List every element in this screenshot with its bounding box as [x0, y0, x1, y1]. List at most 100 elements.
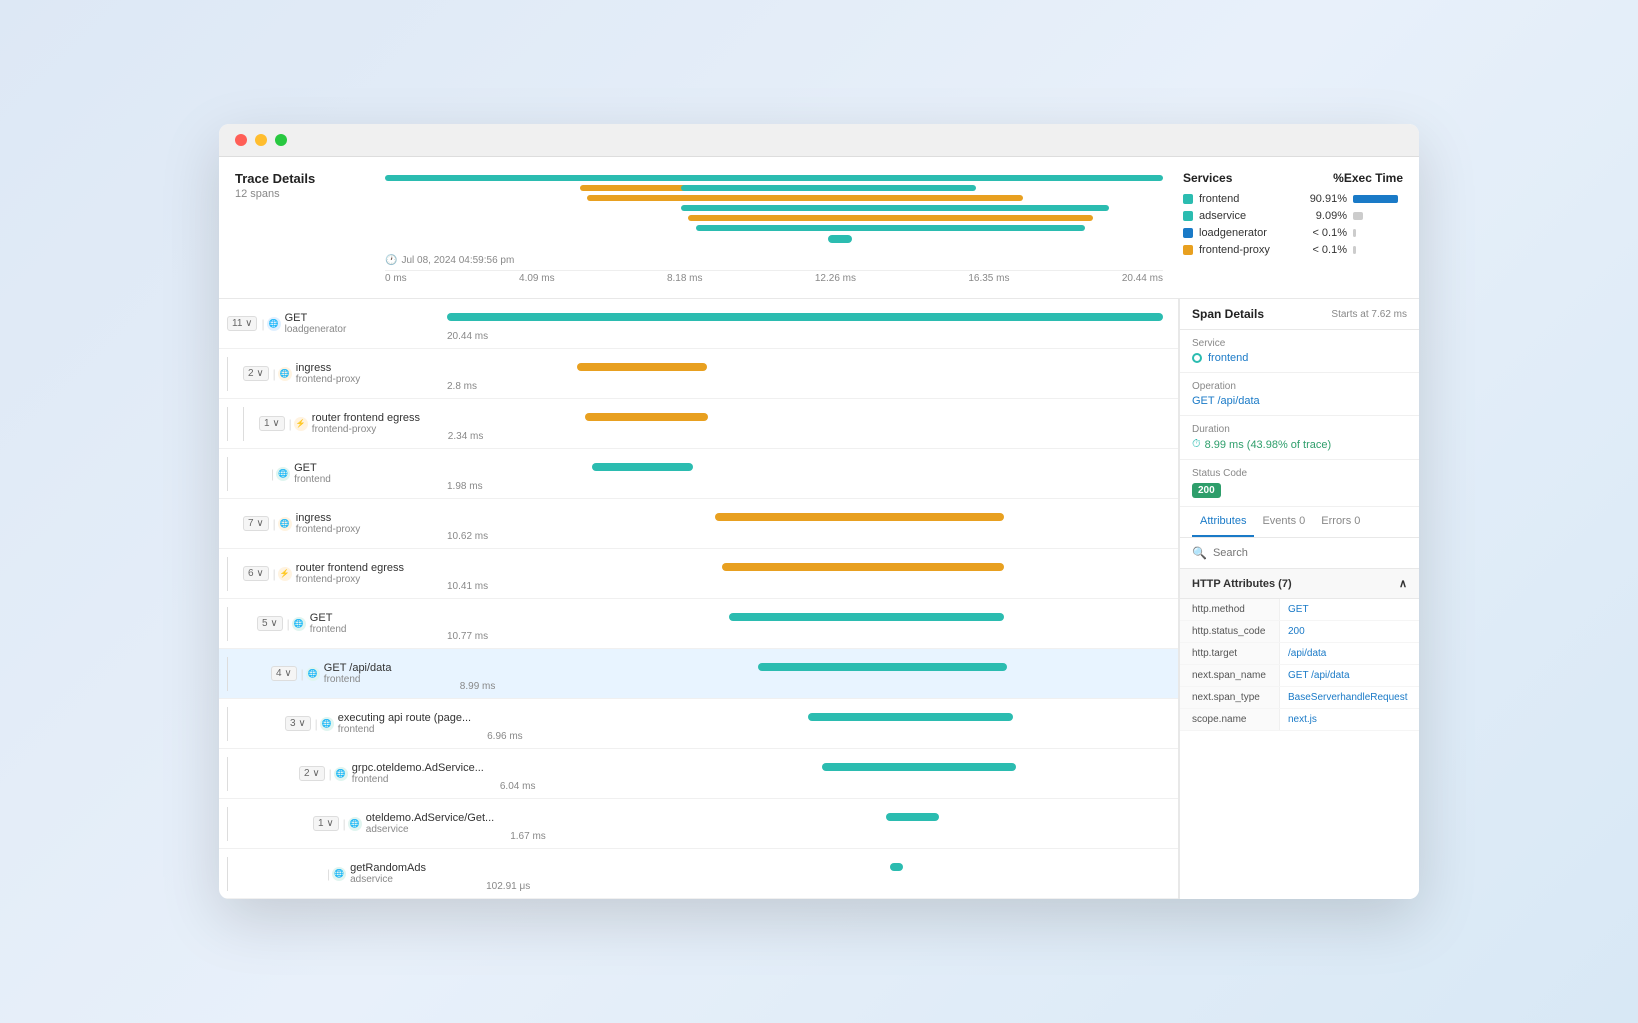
trace-bar-5: [681, 205, 1109, 211]
service-color-frontend: [1183, 194, 1193, 204]
span-bar-12: [890, 863, 904, 871]
trace-details-panel: Trace Details 12 spans: [219, 157, 1419, 299]
clock-icon: ⏱: [1192, 438, 1201, 451]
span-collapse-5[interactable]: 7 ∨: [243, 516, 269, 531]
globe-icon-8: 🌐: [306, 667, 320, 681]
span-bar-7: [729, 613, 1004, 621]
trace-visualization: 🕐 Jul 08, 2024 04:59:56 pm 0 ms 4.09 ms …: [385, 171, 1163, 284]
span-details-header: Span Details Starts at 7.62 ms: [1180, 299, 1419, 330]
span-collapse-11[interactable]: 1 ∨: [313, 816, 339, 831]
trace-bar-6: [688, 215, 1093, 221]
service-bar-adservice: [1353, 212, 1363, 220]
tab-errors[interactable]: Errors 0: [1313, 507, 1368, 537]
span-row-6[interactable]: 6 ∨ | ⚡ router frontend egress frontend-…: [219, 549, 1178, 599]
service-row-frontend: frontend 90.91%: [1183, 193, 1403, 205]
span-collapse-1[interactable]: 11 ∨: [227, 316, 257, 331]
span-operation-section: Operation GET /api/data: [1180, 373, 1419, 416]
span-collapse-8[interactable]: 4 ∨: [271, 666, 297, 681]
close-dot[interactable]: [235, 134, 247, 146]
span-bar-4: [592, 463, 693, 471]
trace-bar-7: [696, 225, 1085, 231]
span-row-5[interactable]: 7 ∨ | 🌐 ingress frontend-proxy 10.62 ms: [219, 499, 1178, 549]
minimize-dot[interactable]: [255, 134, 267, 146]
span-row-10[interactable]: 2 ∨ | 🌐 grpc.oteldemo.AdService... front…: [219, 749, 1178, 799]
span-collapse-7[interactable]: 5 ∨: [257, 616, 283, 631]
attr-row-http-method: http.method GET: [1180, 599, 1419, 621]
span-collapse-2[interactable]: 2 ∨: [243, 366, 269, 381]
span-row-8[interactable]: 4 ∨ | 🌐 GET /api/data frontend 8.99 ms: [219, 649, 1178, 699]
span-row-7[interactable]: 5 ∨ | 🌐 GET frontend 10.77 ms: [219, 599, 1178, 649]
attr-row-http-target: http.target /api/data: [1180, 643, 1419, 665]
span-duration-section: Duration ⏱ 8.99 ms (43.98% of trace): [1180, 416, 1419, 460]
span-collapse-6[interactable]: 6 ∨: [243, 566, 269, 581]
span-bar-6: [722, 563, 1004, 571]
service-row-frontend-proxy: frontend-proxy < 0.1%: [1183, 244, 1403, 256]
globe-icon-1: 🌐: [267, 317, 281, 331]
span-bar-8: [758, 663, 1007, 671]
span-collapse-9[interactable]: 3 ∨: [285, 716, 311, 731]
span-row-9[interactable]: 3 ∨ | 🌐 executing api route (page... fro…: [219, 699, 1178, 749]
services-header: Services %Exec Time: [1183, 171, 1403, 185]
span-service-value: frontend: [1208, 352, 1248, 364]
span-bar-2: [577, 363, 707, 371]
attr-row-scope-name: scope.name next.js: [1180, 709, 1419, 731]
span-collapse-10[interactable]: 2 ∨: [299, 766, 325, 781]
service-bar-frontend: [1353, 195, 1398, 203]
span-bar-5: [715, 513, 1004, 521]
spans-list: 11 ∨ | 🌐 GET loadgenerator 20.44 ms: [219, 299, 1179, 899]
duration-label: Duration: [1192, 424, 1407, 435]
globe-icon-7: 🌐: [292, 617, 306, 631]
service-indicator: [1192, 353, 1202, 363]
span-row-2[interactable]: 2 ∨ | 🌐 ingress frontend-proxy 2.8 ms: [219, 349, 1178, 399]
service-bar-frontend-proxy: [1353, 246, 1356, 254]
maximize-dot[interactable]: [275, 134, 287, 146]
span-row-11[interactable]: 1 ∨ | 🌐 oteldemo.AdService/Get... adserv…: [219, 799, 1178, 849]
span-tabs: Attributes Events 0 Errors 0: [1180, 507, 1419, 538]
http-attributes-header[interactable]: HTTP Attributes (7) ∧: [1180, 569, 1419, 599]
span-operation-value: GET /api/data: [1192, 395, 1407, 407]
trace-bar-4: [587, 195, 1023, 201]
trace-timestamp: 🕐 Jul 08, 2024 04:59:56 pm: [385, 255, 1163, 266]
globe-icon-4: 🌐: [276, 467, 290, 481]
attribute-search-box: 🔍: [1180, 538, 1419, 569]
globe-icon-11: 🌐: [348, 817, 362, 831]
attr-row-next-span-type: next.span_type BaseServerhandleRequest: [1180, 687, 1419, 709]
globe-icon-10: 🌐: [334, 767, 348, 781]
chevron-up-icon: ∧: [1399, 577, 1407, 590]
span-starts-at: Starts at 7.62 ms: [1331, 309, 1407, 320]
span-row-1[interactable]: 11 ∨ | 🌐 GET loadgenerator 20.44 ms: [219, 299, 1178, 349]
service-color-adservice: [1183, 211, 1193, 221]
span-bar-10: [822, 763, 1016, 771]
trace-bars: [385, 171, 1163, 251]
service-row-loadgenerator: loadgenerator < 0.1%: [1183, 227, 1403, 239]
router-icon-6: ⚡: [278, 567, 292, 581]
span-collapse-3[interactable]: 1 ∨: [259, 416, 285, 431]
service-label: Service: [1192, 338, 1407, 349]
attr-row-next-span-name: next.span_name GET /api/data: [1180, 665, 1419, 687]
globe-icon-2: 🌐: [278, 367, 292, 381]
span-row-3[interactable]: 1 ∨ | ⚡ router frontend egress frontend-…: [219, 399, 1178, 449]
span-service-section: Service frontend: [1180, 330, 1419, 373]
tab-attributes[interactable]: Attributes: [1192, 507, 1254, 537]
trace-bar-1: [385, 175, 1163, 181]
trace-bar-3: [681, 185, 977, 191]
span-bar-11: [886, 813, 939, 821]
service-color-frontend-proxy: [1183, 245, 1193, 255]
trace-title: Trace Details: [235, 171, 365, 186]
service-color-loadgenerator: [1183, 228, 1193, 238]
span-bar-1: [447, 313, 1163, 321]
span-details-title: Span Details: [1192, 307, 1264, 321]
tab-events[interactable]: Events 0: [1254, 507, 1313, 537]
service-row-adservice: adservice 9.09%: [1183, 210, 1403, 222]
operation-label: Operation: [1192, 381, 1407, 392]
span-status-section: Status Code 200: [1180, 460, 1419, 507]
router-icon-3: ⚡: [294, 417, 308, 431]
service-bar-loadgenerator: [1353, 229, 1356, 237]
browser-window: Trace Details 12 spans: [219, 124, 1419, 899]
services-panel: Services %Exec Time frontend 90.91% adse…: [1183, 171, 1403, 284]
span-row-4[interactable]: | 🌐 GET frontend 1.98 ms: [219, 449, 1178, 499]
trace-info: Trace Details 12 spans: [235, 171, 365, 284]
span-row-12[interactable]: | 🌐 getRandomAds adservice 102.91 μs: [219, 849, 1178, 899]
globe-icon-5: 🌐: [278, 517, 292, 531]
search-input[interactable]: [1213, 547, 1407, 559]
